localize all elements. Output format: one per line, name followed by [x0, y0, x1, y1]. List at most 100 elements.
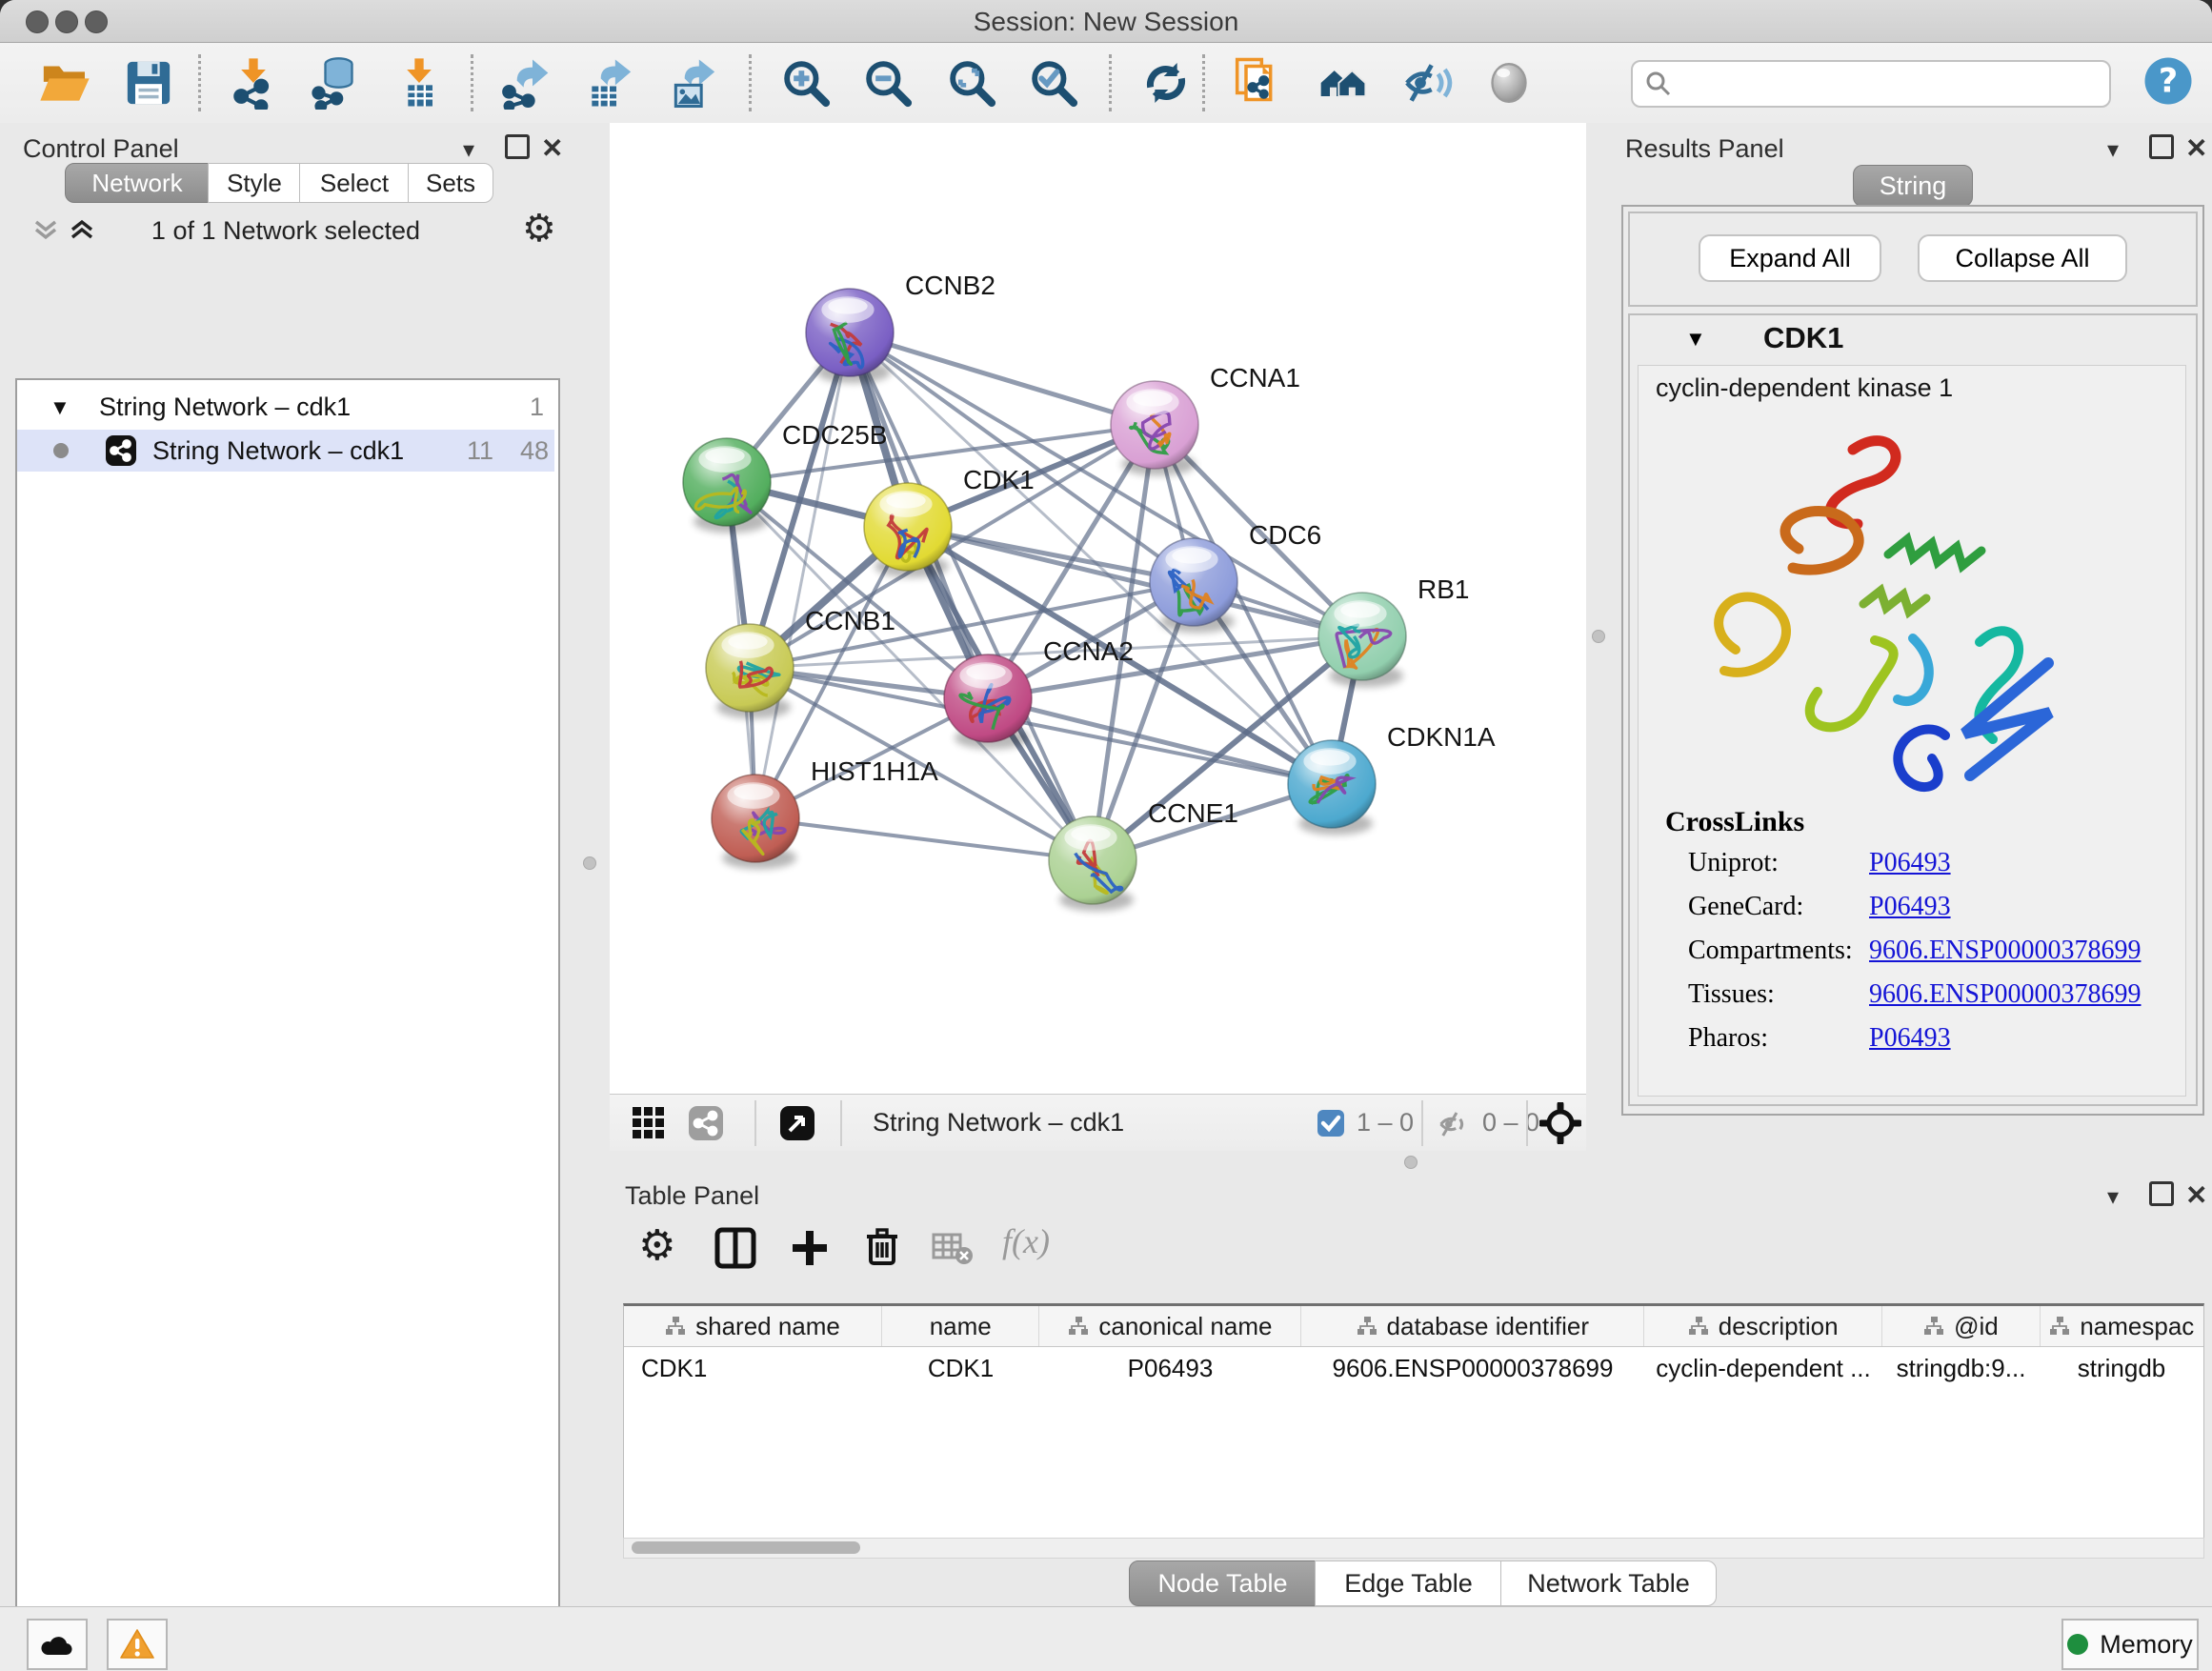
export-network-icon[interactable] — [499, 56, 553, 110]
results-panel: Results Panel ▾ ✕ String Expand All Coll… — [1610, 123, 2212, 1174]
network-overview-icon[interactable] — [688, 1105, 724, 1141]
close-panel-icon[interactable]: ✕ — [2185, 132, 2207, 164]
table-row[interactable]: CDK1 CDK1 P06493 9606.ENSP00000378699 cy… — [624, 1347, 2203, 1389]
crosslink-value[interactable]: P06493 — [1869, 1023, 1951, 1054]
network-edge[interactable] — [755, 332, 850, 818]
import-network-icon[interactable] — [227, 56, 280, 110]
column-header[interactable]: shared name — [624, 1306, 882, 1346]
column-header[interactable]: database identifier — [1301, 1306, 1644, 1346]
column-header[interactable]: @id — [1882, 1306, 2040, 1346]
network-node[interactable] — [864, 483, 952, 571]
network-node[interactable] — [1049, 816, 1136, 904]
zoom-selected-icon[interactable] — [1027, 56, 1080, 110]
float-panel-icon[interactable]: ▾ — [2107, 136, 2119, 164]
network-node[interactable] — [806, 289, 894, 376]
close-panel-icon[interactable]: ✕ — [541, 132, 563, 164]
collapse-all-button[interactable]: Collapse All — [1918, 234, 2127, 282]
search-input[interactable] — [1684, 66, 2098, 100]
save-session-icon[interactable] — [122, 56, 175, 110]
network-node[interactable] — [712, 775, 799, 862]
tab-network[interactable]: Network — [65, 163, 210, 203]
zoom-in-icon[interactable] — [779, 56, 833, 110]
splitter-handle[interactable] — [1404, 1156, 1418, 1169]
hidden-eye-icon[interactable] — [1437, 1107, 1471, 1141]
network-node[interactable] — [1288, 740, 1376, 828]
apply-function-icon[interactable]: f(x) — [1002, 1221, 1050, 1261]
open-session-icon[interactable] — [38, 56, 91, 110]
network-node[interactable] — [944, 654, 1032, 742]
network-node[interactable] — [1150, 538, 1237, 626]
column-header[interactable]: namespac — [2041, 1306, 2203, 1346]
expand-all-button[interactable]: Expand All — [1699, 234, 1881, 282]
help-icon[interactable]: ? — [2142, 54, 2195, 108]
network-row-selected[interactable]: String Network – cdk1 11 48 — [17, 430, 554, 472]
disclosure-triangle-icon[interactable]: ▼ — [50, 395, 70, 420]
network-edge[interactable] — [850, 332, 1155, 425]
horizontal-scrollbar[interactable] — [623, 1538, 2204, 1559]
open-in-new-icon[interactable] — [779, 1105, 815, 1141]
vertical-splitter[interactable] — [572, 123, 610, 1606]
float-panel-icon[interactable]: ▾ — [463, 136, 474, 164]
crosslink-value[interactable]: P06493 — [1869, 892, 1951, 922]
network-node[interactable] — [706, 624, 794, 712]
network-options-gear-icon[interactable]: ⚙ — [522, 207, 556, 251]
column-header[interactable]: name — [882, 1306, 1039, 1346]
open-in-cytoscape-web-icon[interactable] — [1233, 56, 1286, 110]
zoom-out-icon[interactable] — [861, 56, 915, 110]
warnings-button[interactable] — [107, 1619, 168, 1670]
tab-network-table[interactable]: Network Table — [1500, 1560, 1717, 1606]
tab-node-table[interactable]: Node Table — [1129, 1560, 1317, 1606]
maximize-panel-icon[interactable] — [2149, 1181, 2174, 1213]
memory-button[interactable]: Memory — [2061, 1619, 2199, 1670]
maximize-panel-icon[interactable] — [505, 134, 530, 166]
column-type-icon — [665, 1316, 686, 1337]
crosslink-value[interactable]: 9606.ENSP00000378699 — [1869, 936, 2141, 966]
tab-edge-table[interactable]: Edge Table — [1315, 1560, 1502, 1606]
export-image-icon[interactable] — [667, 56, 720, 110]
crosslink-value[interactable]: 9606.ENSP00000378699 — [1869, 979, 2141, 1010]
network-node[interactable] — [683, 438, 771, 526]
splitter-handle[interactable] — [1592, 630, 1605, 643]
disclosure-triangle-icon[interactable]: ▼ — [1685, 327, 1706, 352]
network-edge[interactable] — [755, 818, 1093, 860]
birdseye-grid-icon[interactable]: , — [631, 1105, 667, 1141]
toolbar-separator — [840, 1100, 842, 1146]
import-network-from-database-icon[interactable] — [309, 56, 362, 110]
tab-select[interactable]: Select — [299, 163, 410, 203]
string-results-container: Expand All Collapse All ▼ CDK1 cyclin-de… — [1621, 205, 2204, 1116]
column-header[interactable]: canonical name — [1039, 1306, 1301, 1346]
import-table-icon[interactable] — [392, 56, 446, 110]
home-icon[interactable] — [1317, 56, 1370, 110]
refresh-icon[interactable] — [1139, 56, 1193, 110]
cloud-button[interactable] — [27, 1619, 88, 1670]
splitter-handle[interactable] — [583, 856, 596, 870]
float-panel-icon[interactable]: ▾ — [2107, 1183, 2119, 1211]
delete-column-icon[interactable] — [861, 1225, 903, 1267]
crosslink-value[interactable]: P06493 — [1869, 848, 1951, 878]
tab-sets[interactable]: Sets — [408, 163, 493, 203]
selected-checkbox-icon[interactable] — [1317, 1109, 1345, 1137]
tab-style[interactable]: Style — [208, 163, 301, 203]
network-node[interactable] — [1318, 593, 1406, 680]
show-graphics-details-icon[interactable] — [1482, 56, 1536, 110]
network-canvas[interactable]: CCNB2CCNA1CDC25BCDK1CDC6RB1CCNB1CCNA2CDK… — [610, 123, 1586, 1094]
export-table-icon[interactable] — [583, 56, 636, 110]
node-label: CDKN1A — [1387, 722, 1496, 752]
show-columns-icon[interactable] — [714, 1227, 756, 1269]
close-panel-icon[interactable]: ✕ — [2185, 1179, 2207, 1211]
table-settings-gear-icon[interactable]: ⚙ — [638, 1221, 675, 1270]
vertical-splitter[interactable] — [1586, 123, 1610, 1151]
zoom-fit-icon[interactable] — [945, 56, 998, 110]
maximize-panel-icon[interactable] — [2149, 134, 2174, 166]
network-node[interactable] — [1111, 381, 1198, 469]
selection-mode-crosshair-icon[interactable] — [1539, 1102, 1581, 1144]
node-label: CCNE1 — [1148, 798, 1238, 828]
network-collection-row[interactable]: ▼ String Network – cdk1 1 — [17, 388, 554, 430]
hide-graphics-details-icon[interactable] — [1400, 56, 1454, 110]
delete-table-icon[interactable] — [932, 1231, 974, 1267]
crosslink-label: Compartments: — [1688, 936, 1853, 966]
create-column-icon[interactable] — [789, 1227, 831, 1269]
column-header[interactable]: description — [1644, 1306, 1882, 1346]
scrollbar-thumb[interactable] — [632, 1541, 860, 1554]
tab-string[interactable]: String — [1853, 165, 1973, 207]
